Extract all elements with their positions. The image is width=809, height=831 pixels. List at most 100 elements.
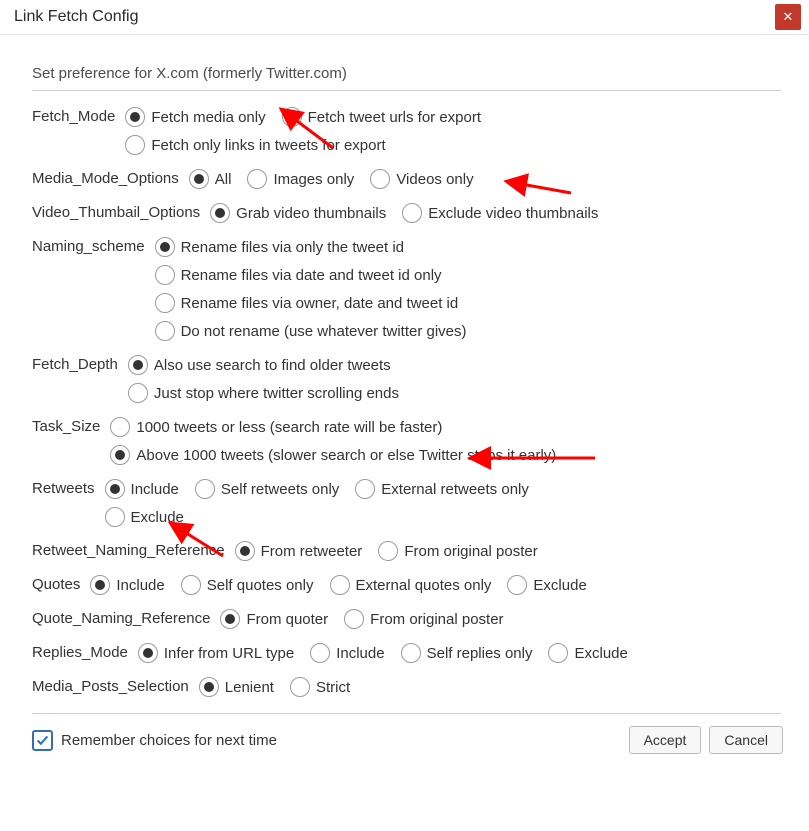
- radio-images-only[interactable]: Images only: [247, 169, 354, 189]
- radio-fetch-media-only[interactable]: Fetch media only: [125, 107, 265, 127]
- radio-q-exclude[interactable]: Exclude: [507, 575, 586, 595]
- radio-label: Include: [131, 481, 179, 498]
- accept-button[interactable]: Accept: [629, 726, 702, 754]
- radio-self-retweets[interactable]: Self retweets only: [195, 479, 339, 499]
- radio-label: Rename files via owner, date and tweet i…: [181, 295, 459, 312]
- option-row: 1000 tweets or less (search rate will be…: [110, 413, 572, 441]
- radio-dot-icon: [220, 609, 240, 629]
- option-row: Fetch media only Fetch tweet urls for exp…: [125, 103, 497, 131]
- option-row: Do not rename (use whatever twitter give…: [155, 317, 483, 345]
- radio-label: Exclude: [131, 509, 184, 526]
- title-bar: Link Fetch Config ✕: [0, 0, 809, 35]
- option-row: Just stop where twitter scrolling ends: [128, 379, 415, 407]
- remember-checkbox[interactable]: Remember choices for next time: [32, 730, 277, 751]
- radio-all[interactable]: All: [189, 169, 232, 189]
- option-row: Rename files via owner, date and tweet i…: [155, 289, 483, 317]
- option-row: From retweeter From original poster: [235, 537, 554, 565]
- options: 1000 tweets or less (search rate will be…: [110, 413, 572, 469]
- group-label: Task_Size: [32, 413, 110, 435]
- radio-dot-icon: [155, 321, 175, 341]
- radio-dot-icon: [138, 643, 158, 663]
- radio-r-self[interactable]: Self replies only: [401, 643, 533, 663]
- radio-dot-icon: [199, 677, 219, 697]
- options: All Images only Videos only: [189, 165, 490, 193]
- radio-do-not-rename[interactable]: Do not rename (use whatever twitter give…: [155, 321, 467, 341]
- group-label: Media_Mode_Options: [32, 165, 189, 187]
- radio-dot-icon: [128, 383, 148, 403]
- radio-from-original-poster[interactable]: From original poster: [378, 541, 537, 561]
- options: Include Self quotes only External quotes o…: [90, 571, 602, 599]
- radio-label: From original poster: [370, 611, 503, 628]
- radio-from-quoter[interactable]: From quoter: [220, 609, 328, 629]
- radio-dot-icon: [181, 575, 201, 595]
- radio-dot-icon: [290, 677, 310, 697]
- radio-fetch-tweet-urls[interactable]: Fetch tweet urls for export: [282, 107, 481, 127]
- group-task-size: Task_Size 1000 tweets or less (search rat…: [32, 413, 781, 469]
- radio-under-1000[interactable]: 1000 tweets or less (search rate will be…: [110, 417, 442, 437]
- radio-above-1000[interactable]: Above 1000 tweets (slower search or else…: [110, 445, 556, 465]
- radio-strict[interactable]: Strict: [290, 677, 350, 697]
- group-label: Retweet_Naming_Reference: [32, 537, 235, 559]
- radio-dot-icon: [247, 169, 267, 189]
- radio-q-include[interactable]: Include: [90, 575, 164, 595]
- radio-q-from-original[interactable]: From original poster: [344, 609, 503, 629]
- radio-label: Just stop where twitter scrolling ends: [154, 385, 399, 402]
- page-subtitle: Set preference for X.com (formerly Twitt…: [32, 65, 781, 82]
- cancel-button[interactable]: Cancel: [709, 726, 783, 754]
- option-row: Rename files via only the tweet id: [155, 233, 483, 261]
- radio-use-search[interactable]: Also use search to find older tweets: [128, 355, 391, 375]
- content-area: Set preference for X.com (formerly Twitt…: [0, 35, 809, 714]
- divider: [32, 90, 781, 91]
- radio-label: External retweets only: [381, 481, 529, 498]
- radio-q-self[interactable]: Self quotes only: [181, 575, 314, 595]
- option-row: Also use search to find older tweets: [128, 351, 415, 379]
- group-label: Fetch_Depth: [32, 351, 128, 373]
- option-row: From quoter From original poster: [220, 605, 519, 633]
- radio-dot-icon: [110, 445, 130, 465]
- group-media-posts-selection: Media_Posts_SelectionLenientStrict: [32, 673, 781, 701]
- group-label: Quotes: [32, 571, 90, 593]
- radio-r-exclude[interactable]: Exclude: [548, 643, 627, 663]
- radio-label: Fetch tweet urls for export: [308, 109, 481, 126]
- option-row: Above 1000 tweets (slower search or else…: [110, 441, 572, 469]
- radio-dot-icon: [155, 265, 175, 285]
- radio-label: 1000 tweets or less (search rate will be…: [136, 419, 442, 436]
- radio-label: Self quotes only: [207, 577, 314, 594]
- radio-infer[interactable]: Infer from URL type: [138, 643, 294, 663]
- radio-fetch-only-links[interactable]: Fetch only links in tweets for export: [125, 135, 385, 155]
- radio-label: Lenient: [225, 679, 274, 696]
- close-button[interactable]: ✕: [775, 4, 801, 30]
- options: Infer from URL type Include Self replies o…: [138, 639, 644, 667]
- radio-dot-icon: [548, 643, 568, 663]
- radio-dot-icon: [125, 107, 145, 127]
- group-label: Replies_Mode: [32, 639, 138, 661]
- radio-exclude[interactable]: Exclude: [105, 507, 184, 527]
- radio-from-retweeter[interactable]: From retweeter: [235, 541, 363, 561]
- radio-lenient[interactable]: Lenient: [199, 677, 274, 697]
- radio-label: Above 1000 tweets (slower search or else…: [136, 447, 556, 464]
- radio-rename-tweet-id[interactable]: Rename files via only the tweet id: [155, 237, 404, 257]
- radio-label: Self replies only: [427, 645, 533, 662]
- radio-q-external[interactable]: External quotes only: [330, 575, 492, 595]
- radio-label: Videos only: [396, 171, 473, 188]
- window-title: Link Fetch Config: [14, 8, 775, 26]
- radio-videos-only[interactable]: Videos only: [370, 169, 473, 189]
- radio-external-retweets[interactable]: External retweets only: [355, 479, 529, 499]
- radio-label: Include: [116, 577, 164, 594]
- group-label: Video_Thumbail_Options: [32, 199, 210, 221]
- radio-rename-owner-date-id[interactable]: Rename files via owner, date and tweet i…: [155, 293, 459, 313]
- radio-rename-date-id[interactable]: Rename files via date and tweet id only: [155, 265, 442, 285]
- radio-grab-video-thumbs[interactable]: Grab video thumbnails: [210, 203, 386, 223]
- group-retweets: RetweetsIncludeSelf retweets onlyExterna…: [32, 475, 781, 531]
- radio-dot-icon: [110, 417, 130, 437]
- radio-label: Rename files via only the tweet id: [181, 239, 404, 256]
- radio-include[interactable]: Include: [105, 479, 179, 499]
- radio-stop-scroll[interactable]: Just stop where twitter scrolling ends: [128, 383, 399, 403]
- group-video-thumbnail-options: Video_Thumbail_OptionsGrab video thumbna…: [32, 199, 781, 227]
- options: From quoter From original poster: [220, 605, 519, 633]
- radio-dot-icon: [235, 541, 255, 561]
- radio-exclude-video-thumbs[interactable]: Exclude video thumbnails: [402, 203, 598, 223]
- radio-r-include[interactable]: Include: [310, 643, 384, 663]
- option-row: Rename files via date and tweet id only: [155, 261, 483, 289]
- radio-dot-icon: [310, 643, 330, 663]
